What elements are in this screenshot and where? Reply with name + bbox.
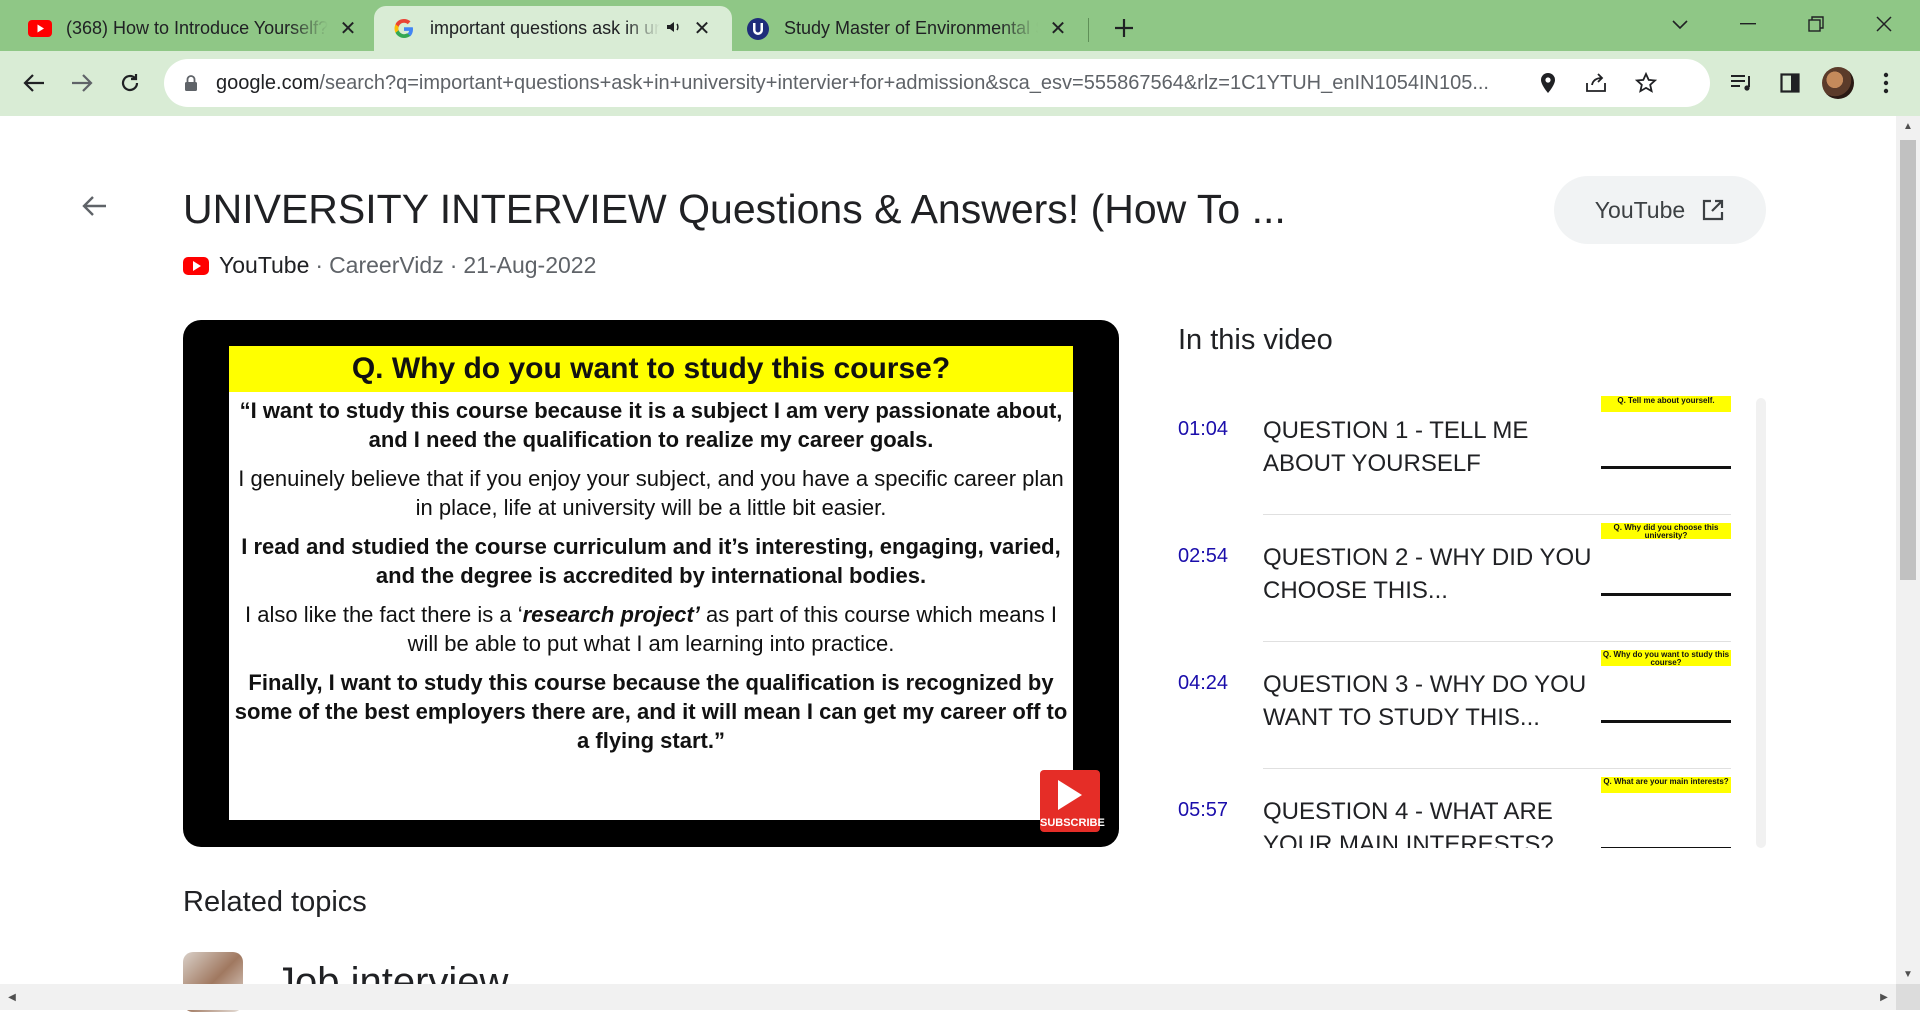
tab-study-master[interactable]: Study Master of Environmental Science ✕ <box>732 6 1084 51</box>
chapter-title[interactable]: QUESTION 1 - TELL ME ABOUT YOURSELF <box>1263 414 1593 480</box>
close-tab-icon[interactable]: ✕ <box>690 17 714 41</box>
chapter-item[interactable]: 01:04 QUESTION 1 - TELL ME ABOUT YOURSEL… <box>1178 388 1734 515</box>
chapter-title[interactable]: QUESTION 3 - WHY DO YOU WANT TO STUDY TH… <box>1263 668 1593 734</box>
thumbnail-rule <box>1601 466 1731 469</box>
thumbnail-rule <box>1601 720 1731 723</box>
page-vertical-scrollbar[interactable]: ▲ ▼ <box>1896 116 1920 984</box>
slide-paragraph: “I want to study this course because it … <box>239 398 1063 452</box>
thumbnail-text: Q. Why do you want to study this course? <box>1601 650 1731 667</box>
chapter-item[interactable]: 02:54 QUESTION 2 - WHY DID YOU CHOOSE TH… <box>1178 515 1734 642</box>
scroll-up-arrow-icon[interactable]: ▲ <box>1896 116 1920 136</box>
url-path: /search?q=important+questions+ask+in+uni… <box>319 71 1489 94</box>
media-controls-icon[interactable] <box>1722 63 1762 103</box>
slide-question: Q. Why do you want to study this course? <box>229 346 1073 392</box>
thumbnail-text: Q. Why did you choose this university? <box>1601 523 1731 540</box>
related-topics-heading: Related topics <box>183 886 367 918</box>
chapter-list-scrollbar[interactable] <box>1756 398 1766 848</box>
video-player[interactable]: Q. Why do you want to study this course?… <box>183 320 1119 847</box>
video-source-line: YouTube · CareerVidz · 21-Aug-2022 <box>183 252 596 279</box>
channel-name: CareerVidz <box>329 252 444 278</box>
reload-button[interactable] <box>110 63 150 103</box>
slide-paragraph: I also like the fact there is a ‘researc… <box>229 600 1073 658</box>
separator: · <box>449 252 458 278</box>
slide-text: I also like the fact there is a ‘ <box>245 602 523 627</box>
slide-paragraph: I read and studied the course curriculum… <box>241 534 1061 588</box>
menu-kebab-icon[interactable] <box>1866 63 1906 103</box>
slide-paragraph: Finally, I want to study this course bec… <box>234 670 1068 753</box>
url-text[interactable]: google.com/search?q=important+questions+… <box>216 72 1556 95</box>
restore-button[interactable] <box>1786 6 1846 42</box>
minimize-button[interactable] <box>1718 6 1778 42</box>
tab-title: (368) How to Introduce Yourself? <box>66 18 328 38</box>
thumbnail-text: Q. Tell me about yourself. <box>1601 396 1731 412</box>
back-arrow-icon[interactable] <box>76 188 112 224</box>
scroll-right-arrow-icon[interactable]: ▶ <box>1872 984 1896 1010</box>
university-icon <box>746 17 770 41</box>
chapter-thumbnail[interactable]: Q. Tell me about yourself. <box>1601 396 1731 469</box>
source-name: YouTube <box>219 252 310 278</box>
tab-strip: (368) How to Introduce Yourself? ✕ impor… <box>0 0 1920 51</box>
slide-emphasis: research project’ <box>522 602 700 627</box>
thumbnail-rule <box>1601 847 1731 848</box>
separator: · <box>315 252 324 278</box>
google-icon <box>392 17 416 41</box>
lock-icon[interactable] <box>184 72 202 94</box>
youtube-icon <box>28 17 52 41</box>
bookmark-star-icon[interactable] <box>1626 63 1666 103</box>
chapter-thumbnail[interactable]: Q. What are your main interests? <box>1601 777 1731 848</box>
tab-search-chevron-icon[interactable] <box>1650 6 1710 42</box>
page-horizontal-scrollbar[interactable]: ◀ ▶ <box>0 984 1896 1010</box>
open-youtube-label: YouTube <box>1594 196 1686 223</box>
speaker-icon[interactable] <box>666 20 682 37</box>
scrollbar-thumb[interactable] <box>1900 140 1916 580</box>
subscribe-badge[interactable]: SUBSCRIBE <box>1040 770 1105 832</box>
browser-toolbar: google.com/search?q=important+questions+… <box>0 51 1920 116</box>
profile-avatar[interactable] <box>1822 67 1854 99</box>
youtube-logo-icon <box>183 256 209 275</box>
forward-button[interactable] <box>62 63 102 103</box>
tab-separator <box>1088 18 1089 42</box>
thumbnail-text: Q. What are your main interests? <box>1601 777 1731 793</box>
play-icon <box>1058 780 1082 810</box>
location-pin-icon[interactable] <box>1528 63 1568 103</box>
video-title[interactable]: UNIVERSITY INTERVIEW Questions & Answers… <box>183 186 1286 233</box>
url-host: google.com <box>216 71 320 94</box>
address-bar[interactable]: google.com/search?q=important+questions+… <box>164 59 1710 107</box>
chapter-list[interactable]: 01:04 QUESTION 1 - TELL ME ABOUT YOURSEL… <box>1178 388 1734 848</box>
chapter-time[interactable]: 01:04 <box>1178 418 1228 441</box>
chapter-title[interactable]: QUESTION 2 - WHY DID YOU CHOOSE THIS... <box>1263 541 1593 607</box>
chapter-item[interactable]: 05:57 QUESTION 4 - WHAT ARE YOUR MAIN IN… <box>1178 769 1734 848</box>
open-youtube-button[interactable]: YouTube <box>1554 176 1766 244</box>
tab-google-search[interactable]: important questions ask in university in… <box>374 6 732 51</box>
share-icon[interactable] <box>1576 63 1616 103</box>
chapter-item[interactable]: 04:24 QUESTION 3 - WHY DO YOU WANT TO ST… <box>1178 642 1734 769</box>
video-frame-slide: Q. Why do you want to study this course?… <box>229 346 1073 820</box>
slide-paragraph: I genuinely believe that if you enjoy yo… <box>238 466 1064 520</box>
scrollbar-corner <box>1896 984 1920 1010</box>
chapter-time[interactable]: 04:24 <box>1178 672 1228 695</box>
side-panel-icon[interactable] <box>1770 63 1810 103</box>
scroll-down-arrow-icon[interactable]: ▼ <box>1896 964 1920 984</box>
publish-date: 21-Aug-2022 <box>463 252 597 278</box>
back-button[interactable] <box>14 63 54 103</box>
chapter-thumbnail[interactable]: Q. Why did you choose this university? <box>1601 523 1731 596</box>
scroll-left-arrow-icon[interactable]: ◀ <box>0 984 24 1010</box>
in-this-video-heading: In this video <box>1178 324 1333 356</box>
close-tab-icon[interactable]: ✕ <box>1046 17 1070 41</box>
tab-youtube[interactable]: (368) How to Introduce Yourself? ✕ <box>0 6 374 51</box>
tab-title: important questions ask in university in… <box>430 18 660 38</box>
chapter-thumbnail[interactable]: Q. Why do you want to study this course? <box>1601 650 1731 723</box>
chapter-time[interactable]: 02:54 <box>1178 545 1228 568</box>
tab-title: Study Master of Environmental Science <box>784 18 1038 38</box>
close-window-button[interactable] <box>1854 6 1914 42</box>
new-tab-button[interactable] <box>1108 12 1140 44</box>
subscribe-label: SUBSCRIBE <box>1040 817 1105 829</box>
chapter-title[interactable]: QUESTION 4 - WHAT ARE YOUR MAIN INTEREST… <box>1263 795 1593 848</box>
close-tab-icon[interactable]: ✕ <box>336 17 360 41</box>
thumbnail-rule <box>1601 593 1731 596</box>
external-link-icon <box>1701 198 1725 222</box>
chapter-time[interactable]: 05:57 <box>1178 799 1228 822</box>
